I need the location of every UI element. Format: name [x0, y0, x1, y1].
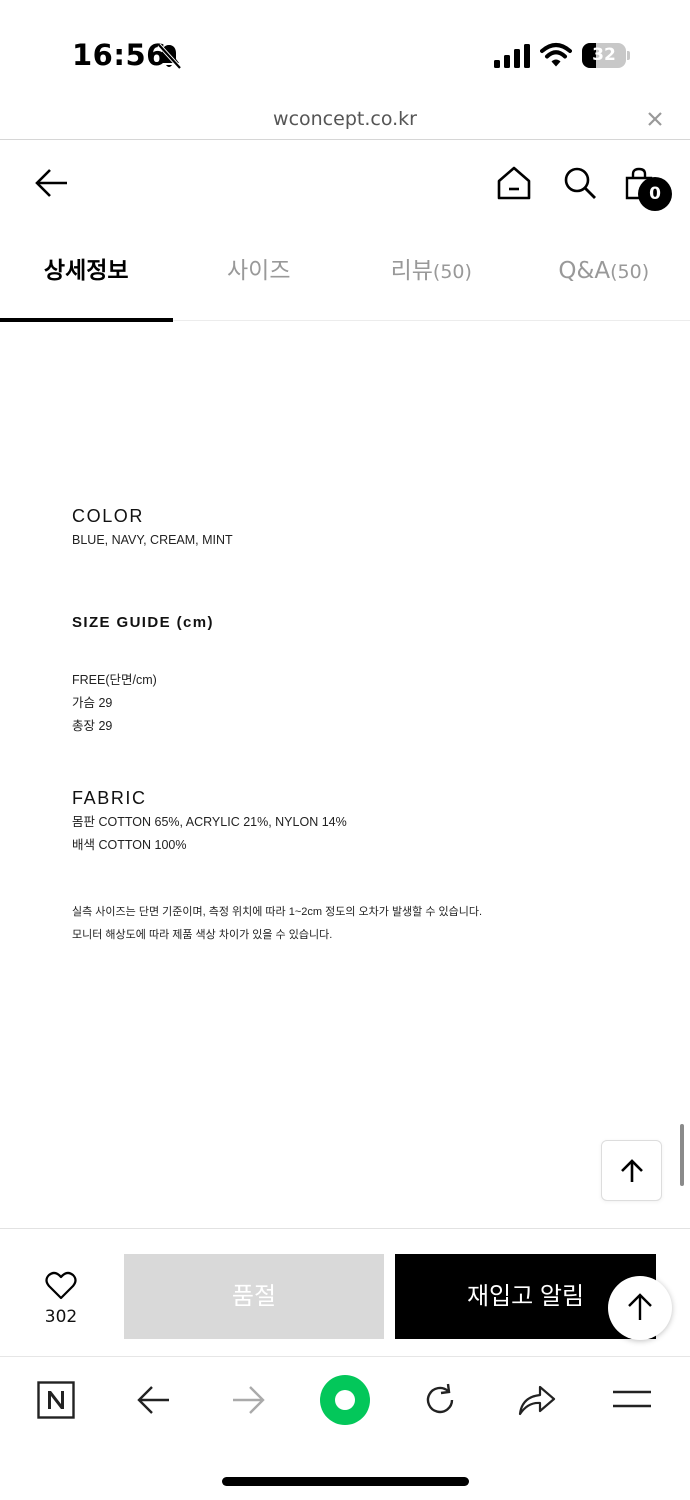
- share-icon[interactable]: [516, 1383, 558, 1417]
- size-line: FREE(단면/cm): [72, 673, 157, 687]
- like-count: 302: [44, 1307, 78, 1327]
- status-time: 16:56: [72, 38, 167, 72]
- home-icon[interactable]: [496, 165, 532, 201]
- scroll-top-button[interactable]: [601, 1140, 662, 1201]
- tab-detail[interactable]: 상세정보: [0, 233, 173, 322]
- close-icon[interactable]: [646, 110, 664, 128]
- tab-label: 리뷰: [390, 258, 433, 284]
- product-detail-content: COLOR BLUE, NAVY, CREAM, MINT SIZE GUIDE…: [72, 500, 632, 947]
- fabric-line: 몸판 COTTON 65%, ACRYLIC 21%, NYLON 14%: [72, 815, 347, 829]
- color-value: BLUE, NAVY, CREAM, MINT: [72, 533, 233, 547]
- url-bar[interactable]: wconcept.co.kr: [0, 100, 690, 140]
- fabric-list: 몸판 COTTON 65%, ACRYLIC 21%, NYLON 14% 배색…: [72, 811, 632, 857]
- url-text[interactable]: wconcept.co.kr: [0, 108, 690, 130]
- heart-icon[interactable]: [45, 1271, 77, 1301]
- tab-label: 상세정보: [43, 258, 129, 284]
- tab-size[interactable]: 사이즈: [173, 233, 346, 321]
- tab-label: Q&A: [558, 258, 611, 284]
- home-indicator[interactable]: [222, 1477, 469, 1486]
- size-line: 총장 29: [72, 719, 113, 733]
- battery-indicator: 32: [582, 43, 630, 68]
- color-title: COLOR: [72, 506, 145, 526]
- battery-body: 32: [582, 43, 626, 68]
- fabric-line: 배색 COTTON 100%: [72, 838, 187, 852]
- tab-qna[interactable]: Q&A(50): [518, 233, 690, 321]
- tab-label: 사이즈: [227, 258, 291, 284]
- notice-list: 실측 사이즈는 단면 기준이며, 측정 위치에 따라 1~2cm 정도의 오차가…: [72, 901, 632, 947]
- signal-icon: [494, 44, 530, 68]
- soldout-button[interactable]: 품절: [124, 1254, 384, 1339]
- status-bar: 16:56 32: [0, 0, 690, 100]
- tab-review[interactable]: 리뷰(50): [345, 233, 518, 321]
- bell-muted-icon: [157, 43, 182, 70]
- size-line: 가슴 29: [72, 696, 113, 710]
- detail-tabs: 상세정보 사이즈 리뷰(50) Q&A(50): [0, 233, 690, 322]
- naver-n-icon[interactable]: [37, 1381, 75, 1419]
- cart-count-badge[interactable]: 0: [638, 177, 672, 211]
- back-arrow-icon[interactable]: [34, 167, 70, 199]
- size-guide-title: SIZE GUIDE (cm): [72, 614, 214, 631]
- fabric-title: FABRIC: [72, 788, 147, 808]
- menu-icon[interactable]: [612, 1388, 652, 1410]
- notice-line: 모니터 해상도에 따라 제품 색상 차이가 있을 수 있습니다.: [72, 929, 333, 941]
- forward-arrow-icon[interactable]: [230, 1384, 266, 1416]
- tab-count: (50): [432, 261, 472, 283]
- battery-level: 32: [592, 45, 616, 65]
- tab-count: (50): [610, 261, 650, 283]
- size-list: FREE(단면/cm) 가슴 29 총장 29: [72, 669, 632, 738]
- reload-icon[interactable]: [421, 1381, 459, 1419]
- search-icon[interactable]: [562, 165, 598, 201]
- scrollbar[interactable]: [680, 1124, 684, 1186]
- green-dot-icon[interactable]: [319, 1374, 371, 1426]
- back-arrow-icon[interactable]: [136, 1384, 172, 1416]
- scroll-top-round-button[interactable]: [608, 1276, 672, 1340]
- page-header: 0: [0, 141, 690, 233]
- wifi-icon: [540, 43, 572, 67]
- purchase-action-bar: 302 품절 재입고 알림: [0, 1228, 690, 1356]
- battery-tip: [627, 51, 630, 60]
- arrow-up-icon: [621, 1159, 643, 1182]
- arrow-up-icon: [628, 1293, 652, 1320]
- notice-line: 실측 사이즈는 단면 기준이며, 측정 위치에 따라 1~2cm 정도의 오차가…: [72, 906, 483, 918]
